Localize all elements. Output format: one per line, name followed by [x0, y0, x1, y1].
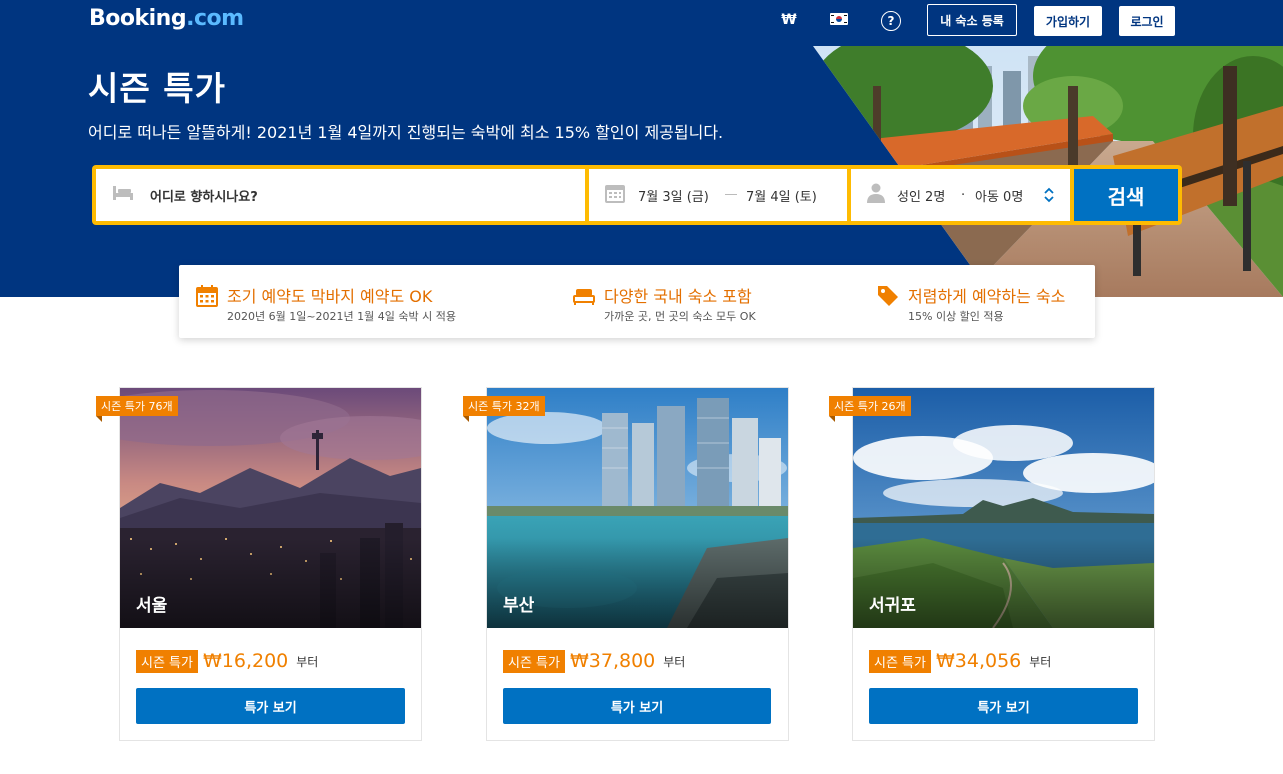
city-name: 서울 — [136, 596, 168, 616]
list-property-button[interactable]: 내 숙소 등록 — [927, 4, 1017, 36]
view-deals-button[interactable]: 특가 보기 — [136, 688, 405, 724]
deal-price: ₩34,056 — [935, 650, 1022, 672]
ribbon-label: 시즌 특가 32개 — [468, 400, 540, 413]
date-separator — [725, 194, 737, 195]
page-title: 시즌 특가 — [88, 69, 226, 108]
guests-field[interactable]: 성인 2명 · 아동 0명 — [851, 169, 1070, 221]
currency-selector[interactable]: ₩ — [779, 9, 799, 31]
deal-count-ribbon: 시즌 특가 26개 — [829, 396, 911, 422]
deal-card-seoul[interactable]: 서울 시즌 특가 ₩16,200 부터 특가 보기 — [119, 387, 422, 741]
calendar-icon — [605, 183, 625, 207]
deal-tag: 시즌 특가 — [136, 649, 198, 673]
ribbon-label: 시즌 특가 76개 — [101, 400, 173, 413]
feature-subtitle: 15% 이상 할인 적용 — [908, 310, 1004, 323]
person-icon — [867, 183, 885, 207]
signup-button[interactable]: 가입하기 — [1034, 6, 1102, 36]
calendar-icon — [196, 285, 218, 311]
bed-icon — [112, 185, 134, 205]
feature-subtitle: 가까운 곳, 먼 곳의 숙소 모두 OK — [604, 310, 756, 323]
price-tag-icon — [877, 285, 899, 311]
adults-count[interactable]: 성인 2명 — [897, 186, 945, 205]
feature-title: 다양한 국내 숙소 포함 — [604, 287, 752, 306]
search-bar: 어디로 향하시나요? 7월 3일 (금) 7월 4일 (토) 성인 2명 · 아… — [92, 165, 1182, 225]
guest-separator: · — [961, 187, 966, 203]
search-button[interactable]: 검색 — [1074, 169, 1178, 221]
price-suffix: 부터 — [1029, 654, 1052, 669]
korea-flag-icon[interactable] — [830, 13, 848, 25]
price-suffix: 부터 — [663, 654, 686, 669]
feature-title: 저렴하게 예약하는 숙소 — [908, 287, 1066, 306]
features-strip: 조기 예약도 막바지 예약도 OK 2020년 6월 1일~2021년 1월 4… — [179, 265, 1095, 338]
login-button[interactable]: 로그인 — [1119, 6, 1175, 36]
price-row: 시즌 특가 ₩37,800 부터 — [503, 649, 685, 673]
price-suffix: 부터 — [296, 654, 319, 669]
deal-card-seogwipo[interactable]: 서귀포 시즌 특가 ₩34,056 부터 특가 보기 — [852, 387, 1155, 741]
deal-card-busan[interactable]: 부산 시즌 특가 ₩37,800 부터 특가 보기 — [486, 387, 789, 741]
children-count[interactable]: 아동 0명 — [975, 186, 1023, 205]
destination-field[interactable]: 어디로 향하시나요? — [96, 169, 585, 221]
page-subtitle: 어디로 떠나든 알뜰하게! 2021년 1월 4일까지 진행되는 숙박에 최소 … — [88, 123, 724, 142]
hero-banner: Booking.com ₩ ? 내 숙소 등록 가입하기 로그인 시즌 특가 어… — [0, 0, 1283, 297]
ribbon-label: 시즌 특가 26개 — [834, 400, 906, 413]
price-row: 시즌 특가 ₩34,056 부터 — [869, 649, 1051, 673]
feature-title: 조기 예약도 막바지 예약도 OK — [227, 287, 433, 306]
view-deals-button[interactable]: 특가 보기 — [503, 688, 771, 724]
deal-price: ₩37,800 — [569, 650, 656, 672]
city-name: 부산 — [503, 596, 535, 616]
view-deals-button[interactable]: 특가 보기 — [869, 688, 1138, 724]
date-field[interactable]: 7월 3일 (금) 7월 4일 (토) — [589, 169, 847, 221]
checkin-date[interactable]: 7월 3일 (금) — [638, 186, 709, 205]
checkout-date[interactable]: 7월 4일 (토) — [746, 186, 817, 205]
help-icon[interactable]: ? — [881, 11, 901, 31]
deal-tag: 시즌 특가 — [869, 649, 931, 673]
price-row: 시즌 특가 ₩16,200 부터 — [136, 649, 318, 673]
destination-input[interactable]: 어디로 향하시나요? — [150, 186, 258, 205]
logo-wordmark: Booking — [89, 6, 187, 31]
booking-logo[interactable]: Booking.com — [89, 6, 244, 31]
deal-count-ribbon: 시즌 특가 32개 — [463, 396, 545, 422]
deal-count-ribbon: 시즌 특가 76개 — [96, 396, 178, 422]
feature-subtitle: 2020년 6월 1일~2021년 1월 4일 숙박 시 적용 — [227, 310, 456, 323]
logo-suffix: .com — [186, 6, 244, 31]
deal-price: ₩16,200 — [202, 650, 289, 672]
updown-chevron-icon[interactable] — [1044, 187, 1054, 207]
bed-icon — [573, 288, 595, 310]
city-name: 서귀포 — [869, 596, 916, 616]
deal-tag: 시즌 특가 — [503, 649, 565, 673]
